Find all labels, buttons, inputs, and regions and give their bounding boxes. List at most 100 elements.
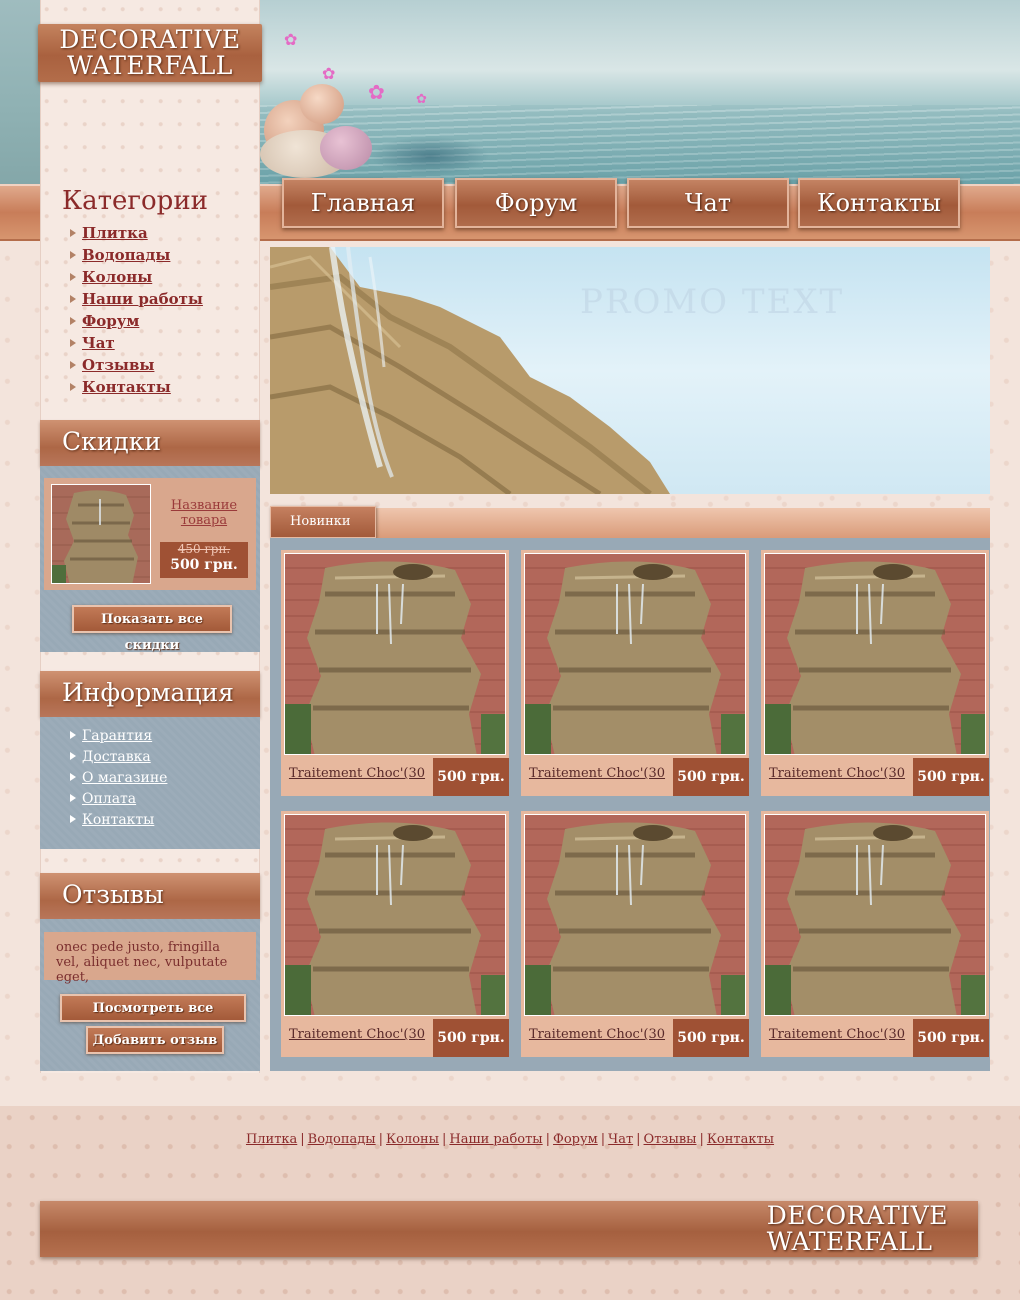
footer-link[interactable]: Наши работы [449,1132,542,1147]
product-image[interactable] [284,814,506,1016]
footer-separator: | [636,1132,641,1147]
review-text: onec pede justo, fringilla vel, aliquet … [44,932,256,985]
discount-price-box: 450 грн. 500 грн. [160,542,248,578]
product-name[interactable]: Traitement Choc'(30 [761,766,913,781]
nav-home[interactable]: Главная [282,178,444,228]
info-item: О магазине [70,770,167,791]
footer-link[interactable]: Колоны [386,1132,439,1147]
product-card[interactable]: Traitement Choc'(30 500 грн. [761,811,989,1057]
category-link[interactable]: Водопады [82,246,170,264]
footer-separator: | [545,1132,551,1147]
nav-chat[interactable]: Чат [627,178,789,228]
show-all-discounts-button[interactable]: Показать все скидки [72,605,232,653]
product-price: 500 грн. [673,758,749,796]
nav-forum[interactable]: Форум [455,178,617,228]
info-link[interactable]: О магазине [82,770,167,786]
footer-link[interactable]: Отзывы [644,1132,697,1147]
product-name[interactable]: Traitement Choc'(30 [761,1027,913,1042]
footer-logo-line-2: WATERFALL [766,1227,933,1256]
flower-decoration: ✿ [368,80,385,104]
arrow-right-icon [70,773,76,781]
info-list: Гарантия Доставка О магазине Оплата Конт… [70,728,167,833]
discounts-title: Скидки [40,420,260,466]
product-image[interactable] [524,814,746,1016]
product-card[interactable]: Traitement Choc'(30 500 грн. [281,811,509,1057]
info-item: Контакты [70,812,167,833]
product-price: 500 грн. [433,1019,509,1057]
add-review-button[interactable]: Добавить отзыв [86,1026,224,1054]
product-name[interactable]: Traitement Choc'(30 [281,1027,433,1042]
category-link[interactable]: Форум [82,312,139,330]
footer-logo-line-1: DECORATIVE [766,1201,948,1230]
product-image[interactable] [524,553,746,755]
category-item: Водопады [70,246,203,268]
footer-logo[interactable]: DECORATIVE WATERFALL [40,1201,978,1257]
footer-link[interactable]: Чат [608,1132,633,1147]
footer-link[interactable]: Водопады [308,1132,376,1147]
product-name[interactable]: Traitement Choc'(30 [521,766,673,781]
footer-link[interactable]: Форум [553,1132,598,1147]
product-card[interactable]: Traitement Choc'(30 500 грн. [521,811,749,1057]
product-image[interactable] [284,553,506,755]
old-price: 450 грн. [177,542,231,556]
product-image[interactable] [764,814,986,1016]
category-item: Форум [70,312,203,334]
category-item: Отзывы [70,356,203,378]
product-card[interactable]: Traitement Choc'(30 500 грн. [281,550,509,796]
footer-separator: | [600,1132,606,1147]
footer-link[interactable]: Контакты [707,1132,774,1147]
footer-separator: | [300,1132,305,1147]
product-name[interactable]: Traitement Choc'(30 [281,766,433,781]
info-link[interactable]: Оплата [82,791,136,807]
product-price: 500 грн. [673,1019,749,1057]
product-card[interactable]: Traitement Choc'(30 500 грн. [761,550,989,796]
new-items-tab[interactable]: Новинки [270,506,376,538]
category-link[interactable]: Колоны [82,268,152,286]
category-item: Контакты [70,378,203,400]
reviews-title: Отзывы [40,873,260,919]
category-item: Наши работы [70,290,203,312]
footer-links: Плитка | Водопады | Колоны | Наши работы | Форум… [0,1132,1020,1147]
category-link[interactable]: Контакты [82,378,171,396]
footer-separator: | [378,1132,384,1147]
header-banner: ✿ ✿ ✿ ✿ [260,0,1020,184]
logo-line-1: DECORATIVE [59,25,241,54]
arrow-right-icon [70,251,76,259]
info-link[interactable]: Доставка [82,749,151,765]
new-price: 500 грн. [170,557,238,573]
view-all-reviews-button[interactable]: Посмотреть все отзывы [60,994,246,1042]
arrow-right-icon [70,339,76,347]
info-link[interactable]: Контакты [82,812,154,828]
product-image[interactable] [764,553,986,755]
stone-decoration [300,84,344,124]
logo-line-2: WATERFALL [67,51,233,80]
discount-product-name[interactable]: Название товара [160,498,248,528]
nav-contacts[interactable]: Контакты [798,178,960,228]
flower-decoration: ✿ [322,64,336,83]
promo-watermark: PROMO TEXT [580,282,845,322]
arrow-right-icon [70,273,76,281]
info-item: Доставка [70,749,167,770]
site-logo[interactable]: DECORATIVE WATERFALL [38,24,262,82]
category-link[interactable]: Чат [82,334,115,352]
info-link[interactable]: Гарантия [82,728,152,744]
arrow-right-icon [70,317,76,325]
flower-decoration: ✿ [416,92,427,107]
footer-link[interactable]: Плитка [246,1132,297,1147]
new-items-header [270,508,990,538]
arrow-right-icon [70,295,76,303]
product-price: 500 грн. [913,1019,989,1057]
discount-product-image[interactable] [51,484,151,584]
arrow-right-icon [70,383,76,391]
info-item: Гарантия [70,728,167,749]
category-link[interactable]: Наши работы [82,290,203,308]
arrow-right-icon [70,794,76,802]
footer-logo-text: DECORATIVE WATERFALL [767,1203,948,1255]
product-name[interactable]: Traitement Choc'(30 [521,1027,673,1042]
product-card[interactable]: Traitement Choc'(30 500 грн. [521,550,749,796]
category-link[interactable]: Плитка [82,224,148,242]
category-link[interactable]: Отзывы [82,356,154,374]
stone-decoration [320,126,372,170]
categories-title: Категории [62,186,208,216]
product-price: 500 грн. [913,758,989,796]
